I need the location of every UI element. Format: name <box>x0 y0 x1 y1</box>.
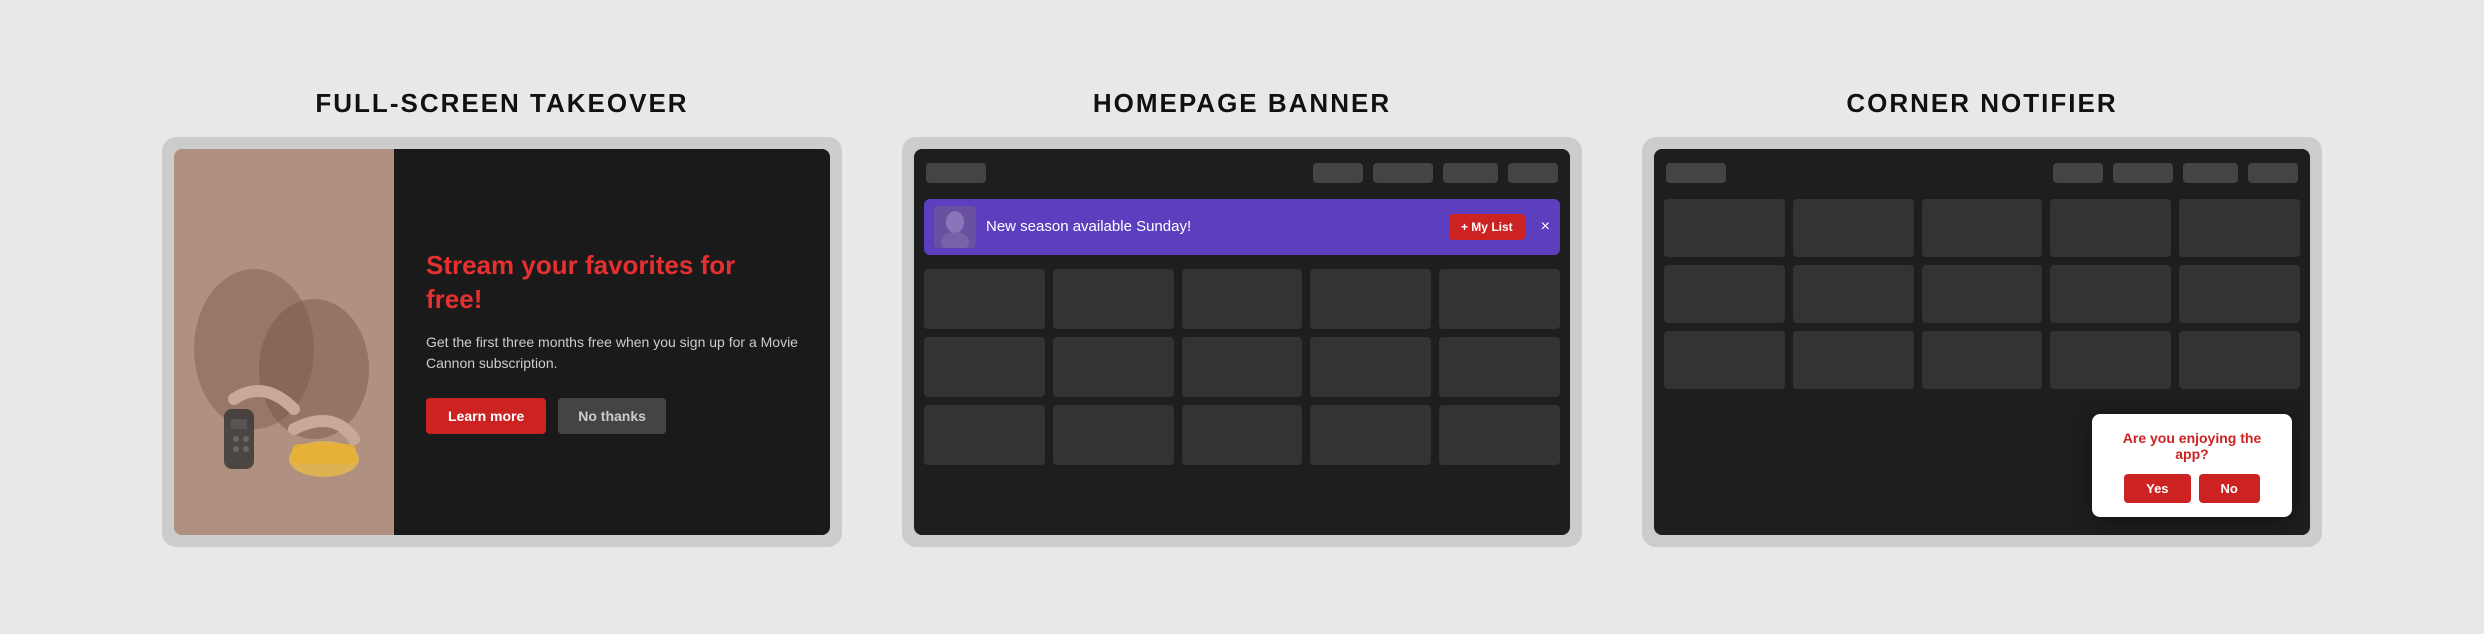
nav-block-5 <box>1508 163 1558 183</box>
nav-block-3 <box>1373 163 1433 183</box>
corner-grid-cell <box>2050 331 2171 389</box>
corner-nav-block-3 <box>2113 163 2173 183</box>
corner-section: CORNER NOTIFIER <box>1642 88 2322 547</box>
corner-action-buttons: Yes No <box>2110 474 2274 503</box>
takeover-frame: Stream your favorites for free! Get the … <box>162 137 842 547</box>
corner-grid-cell <box>1664 331 1785 389</box>
corner-grid-row-2 <box>1664 265 2300 323</box>
corner-notifier-popup: Are you enjoying the app? Yes No <box>2092 414 2292 517</box>
learn-more-button[interactable]: Learn more <box>426 398 546 434</box>
grid-cell <box>924 405 1045 465</box>
grid-row-2 <box>924 337 1560 397</box>
corner-title: CORNER NOTIFIER <box>1846 88 2117 119</box>
takeover-inner: Stream your favorites for free! Get the … <box>174 149 830 535</box>
corner-inner: Are you enjoying the app? Yes No <box>1654 149 2310 535</box>
grid-cell <box>1182 405 1303 465</box>
takeover-image-bg <box>174 149 394 535</box>
corner-grid-row-1 <box>1664 199 2300 257</box>
corner-grid-cell <box>1664 199 1785 257</box>
corner-grid-cell <box>2179 265 2300 323</box>
corner-grid-row-3 <box>1664 331 2300 389</box>
corner-question-text: Are you enjoying the app? <box>2110 430 2274 462</box>
grid-cell <box>924 337 1045 397</box>
grid-cell <box>1439 269 1560 329</box>
corner-frame: Are you enjoying the app? Yes No <box>1642 137 2322 547</box>
corner-grid-cell <box>1922 331 2043 389</box>
banner-notification-text: New season available Sunday! <box>986 218 1439 235</box>
corner-nav-block-4 <box>2183 163 2238 183</box>
takeover-content: Stream your favorites for free! Get the … <box>394 149 830 535</box>
grid-cell <box>1182 269 1303 329</box>
grid-cell <box>1053 405 1174 465</box>
corner-nav-block-2 <box>2053 163 2103 183</box>
banner-notification: New season available Sunday! + My List × <box>924 199 1560 255</box>
corner-grid-cell <box>1793 265 1914 323</box>
my-list-button[interactable]: + My List <box>1449 214 1525 240</box>
corner-nav-block-5 <box>2248 163 2298 183</box>
nav-block-1 <box>926 163 986 183</box>
banner-thumbnail <box>934 206 976 248</box>
corner-grid-cell <box>2179 331 2300 389</box>
banner-frame: New season available Sunday! + My List × <box>902 137 1582 547</box>
corner-grid-cell <box>1793 199 1914 257</box>
grid-cell <box>1310 405 1431 465</box>
grid-cell <box>1053 337 1174 397</box>
takeover-illustration <box>174 149 394 535</box>
banner-close-button[interactable]: × <box>1541 218 1550 236</box>
takeover-image <box>174 149 394 535</box>
grid-cell <box>1310 337 1431 397</box>
corner-grid-cell <box>2050 265 2171 323</box>
grid-cell <box>1310 269 1431 329</box>
grid-cell <box>1439 337 1560 397</box>
banner-inner: New season available Sunday! + My List × <box>914 149 1570 535</box>
corner-grid-cell <box>2179 199 2300 257</box>
takeover-title: FULL-SCREEN TAKEOVER <box>315 88 688 119</box>
takeover-body: Get the first three months free when you… <box>426 332 798 374</box>
corner-grid-cell <box>2050 199 2171 257</box>
takeover-headline: Stream your favorites for free! <box>426 249 798 317</box>
corner-content-grid <box>1664 199 2300 389</box>
takeover-buttons: Learn more No thanks <box>426 398 798 434</box>
nav-block-4 <box>1443 163 1498 183</box>
grid-cell <box>1439 405 1560 465</box>
corner-grid-cell <box>1922 199 2043 257</box>
banner-nav <box>924 159 1560 187</box>
banner-content-grid <box>924 269 1560 465</box>
takeover-section: FULL-SCREEN TAKEOVER <box>162 88 842 547</box>
grid-cell <box>1182 337 1303 397</box>
banner-section: HOMEPAGE BANNER New season ava <box>902 88 1582 547</box>
corner-grid-cell <box>1922 265 2043 323</box>
banner-title: HOMEPAGE BANNER <box>1093 88 1391 119</box>
corner-grid-cell <box>1793 331 1914 389</box>
banner-thumb-icon <box>934 206 976 248</box>
grid-row-1 <box>924 269 1560 329</box>
grid-cell <box>1053 269 1174 329</box>
nav-block-2 <box>1313 163 1363 183</box>
grid-cell <box>924 269 1045 329</box>
no-thanks-button[interactable]: No thanks <box>558 398 666 434</box>
corner-grid-cell <box>1664 265 1785 323</box>
corner-nav <box>1664 159 2300 187</box>
yes-button[interactable]: Yes <box>2124 474 2190 503</box>
corner-nav-block-1 <box>1666 163 1726 183</box>
no-button[interactable]: No <box>2199 474 2260 503</box>
grid-row-3 <box>924 405 1560 465</box>
